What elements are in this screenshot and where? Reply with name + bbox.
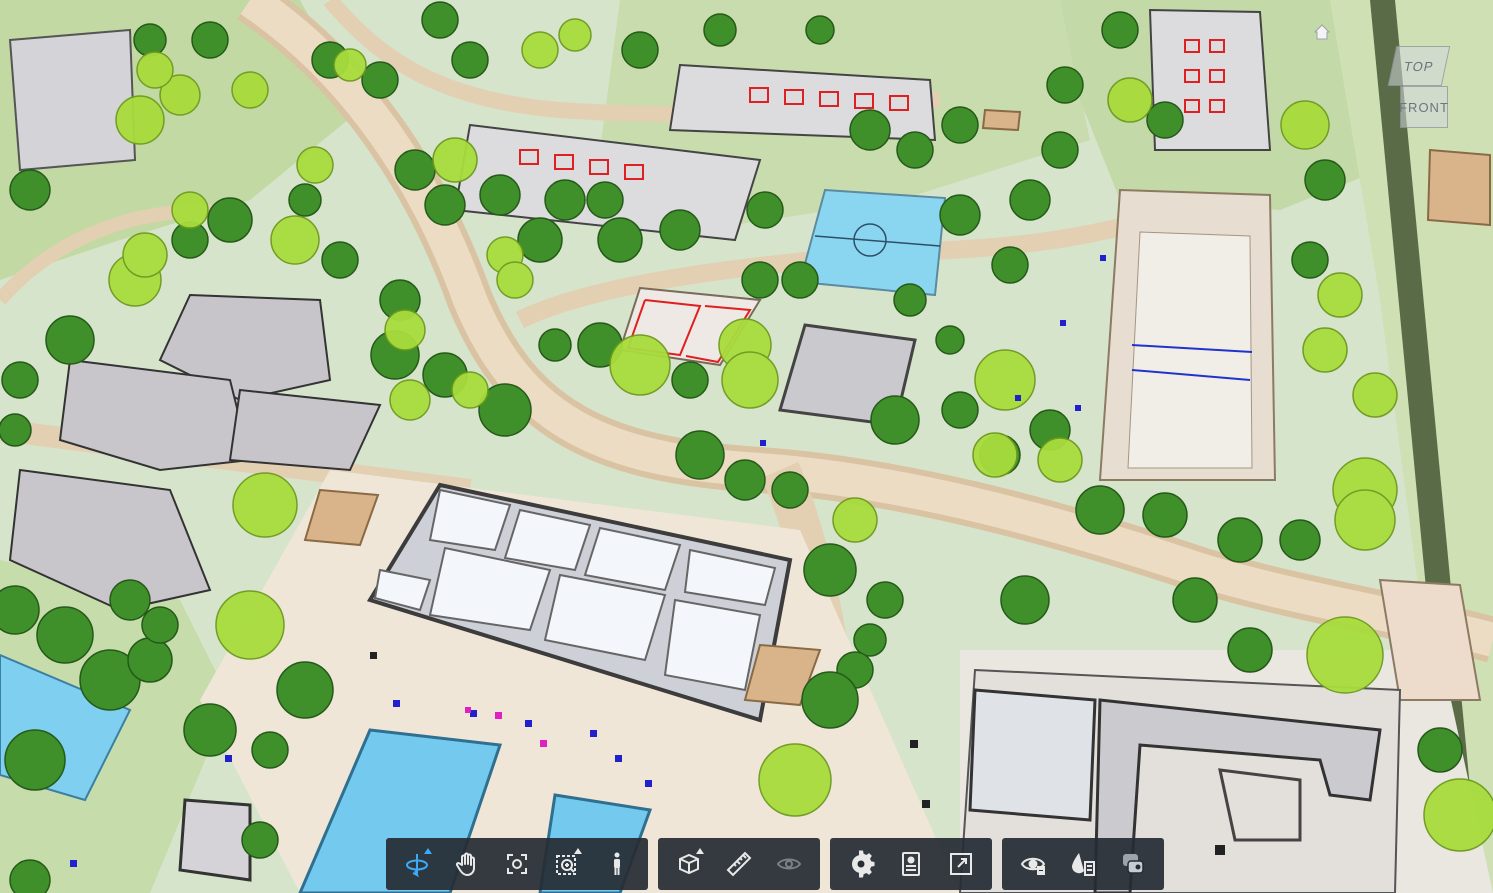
fit-to-view-icon bbox=[507, 854, 527, 874]
zoom-window-button[interactable] bbox=[542, 838, 592, 890]
explode-icon bbox=[776, 858, 802, 870]
view-cube-top-face[interactable]: TOP bbox=[1387, 46, 1451, 86]
measure-icon bbox=[726, 851, 752, 877]
section-box-icon bbox=[679, 853, 699, 875]
visibility-button[interactable] bbox=[1008, 838, 1058, 890]
section-box-button[interactable] bbox=[664, 838, 714, 890]
pan-button[interactable] bbox=[442, 838, 492, 890]
home-view-icon[interactable] bbox=[1312, 22, 1332, 42]
viewer-toolbar bbox=[386, 838, 1164, 890]
model-tools-group bbox=[658, 838, 820, 890]
view-cube[interactable]: TOP FRONT bbox=[1378, 44, 1458, 134]
explode-button[interactable] bbox=[764, 838, 814, 890]
visibility-tools-group bbox=[1002, 838, 1164, 890]
visibility-icon bbox=[1020, 857, 1046, 875]
settings-button[interactable] bbox=[836, 838, 886, 890]
properties-button[interactable] bbox=[886, 838, 936, 890]
fullscreen-button[interactable] bbox=[936, 838, 986, 890]
measure-button[interactable] bbox=[714, 838, 764, 890]
layers-button[interactable] bbox=[1108, 838, 1158, 890]
orbit-icon bbox=[406, 854, 428, 878]
first-person-icon bbox=[614, 852, 620, 875]
properties-icon bbox=[902, 852, 920, 876]
navigation-tools-group bbox=[386, 838, 648, 890]
layers-icon bbox=[1123, 854, 1144, 874]
3d-model-viewport[interactable] bbox=[0, 0, 1493, 893]
first-person-button[interactable] bbox=[592, 838, 642, 890]
orbit-button[interactable] bbox=[392, 838, 442, 890]
filter-button[interactable] bbox=[1058, 838, 1108, 890]
zoom-window-icon bbox=[556, 855, 576, 875]
settings-tools-group bbox=[830, 838, 992, 890]
fit-to-view-button[interactable] bbox=[492, 838, 542, 890]
settings-icon bbox=[852, 850, 875, 878]
view-cube-front-face[interactable]: FRONT bbox=[1399, 86, 1448, 128]
fullscreen-icon bbox=[950, 853, 972, 875]
pan-icon bbox=[455, 852, 475, 876]
filter-icon bbox=[1072, 853, 1095, 876]
